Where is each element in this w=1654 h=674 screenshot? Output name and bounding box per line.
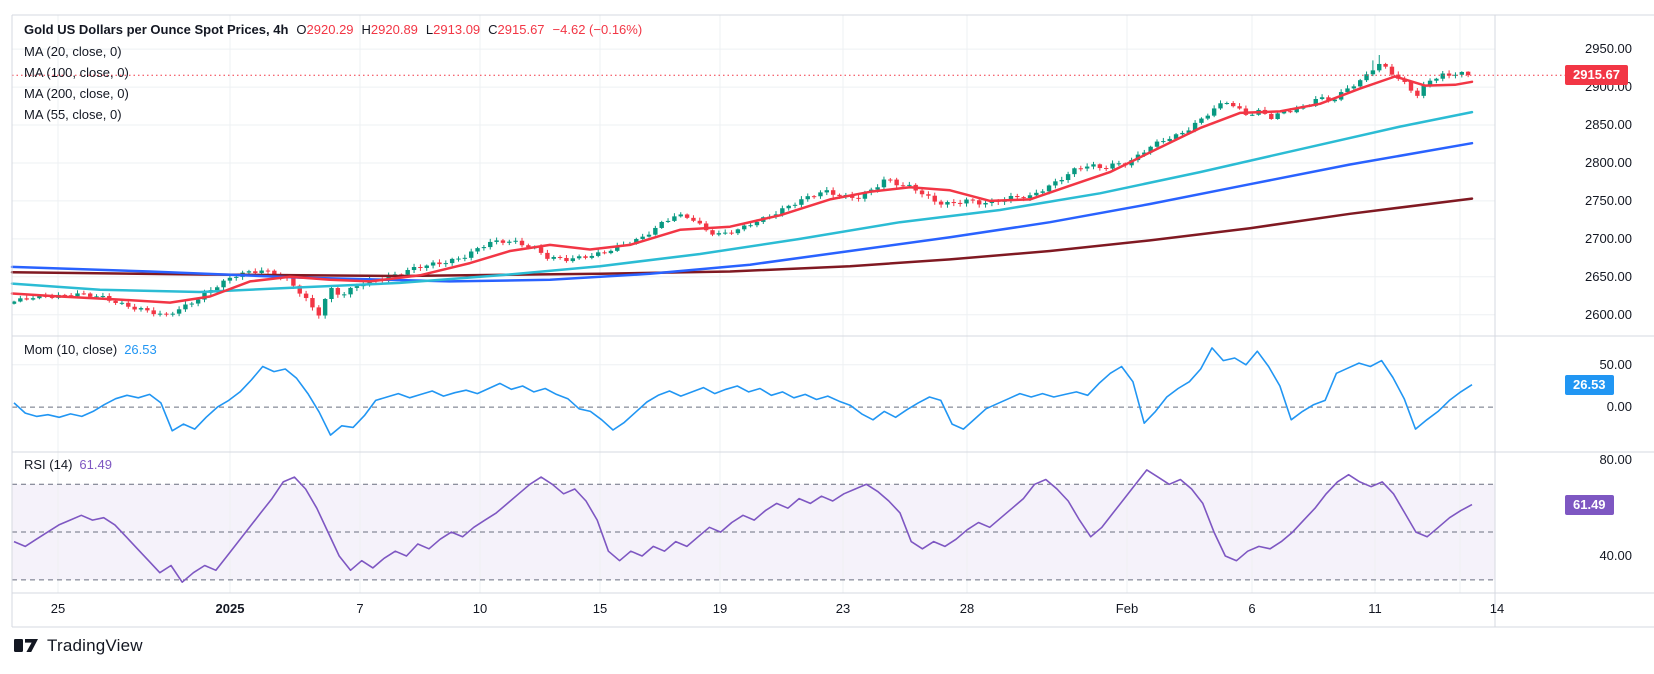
tradingview-watermark: TradingView — [14, 636, 143, 656]
legend-ma-55[interactable]: MA (55, close, 0) — [24, 107, 122, 122]
time-label-28: 28 — [960, 601, 974, 616]
time-label-14: 14 — [1490, 601, 1504, 616]
ma-200-label: MA (200, close, 0) — [24, 86, 129, 101]
time-label-2025: 2025 — [216, 601, 245, 616]
high-label: H — [362, 22, 371, 37]
legend-rsi[interactable]: RSI (14) 61.49 — [24, 457, 112, 472]
price-tick-2650: 2650.00 — [1585, 269, 1632, 284]
momentum-tick-50: 50.00 — [1599, 357, 1632, 372]
momentum-value: 26.53 — [124, 342, 157, 357]
ma-20-line[interactable] — [12, 77, 1472, 303]
close-value: 2915.67 — [498, 22, 545, 37]
ma-100-line[interactable] — [12, 143, 1472, 281]
open-label: O — [296, 22, 306, 37]
legend-ma-100[interactable]: MA (100, close, 0) — [24, 65, 129, 80]
symbol-title: Gold US Dollars per Ounce Spot Prices, 4… — [24, 22, 288, 37]
time-label-6: 6 — [1248, 601, 1255, 616]
legend-ma-20[interactable]: MA (20, close, 0) — [24, 44, 122, 59]
rsi-value-badge: 61.49 — [1565, 495, 1614, 515]
low-value: 2913.09 — [433, 22, 480, 37]
price-tick-2600: 2600.00 — [1585, 307, 1632, 322]
time-label-11: 11 — [1368, 601, 1382, 616]
symbol-legend[interactable]: Gold US Dollars per Ounce Spot Prices, 4… — [24, 22, 642, 37]
chart-canvas[interactable] — [0, 0, 1654, 674]
close-label: C — [488, 22, 497, 37]
legend-ma-200[interactable]: MA (200, close, 0) — [24, 86, 129, 101]
time-label-15: 15 — [593, 601, 607, 616]
time-label-23: 23 — [836, 601, 850, 616]
time-label-Feb: Feb — [1116, 601, 1138, 616]
time-label-7: 7 — [356, 601, 363, 616]
rsi-label: RSI (14) — [24, 457, 72, 472]
momentum-label: Mom (10, close) — [24, 342, 117, 357]
ma-100-label: MA (100, close, 0) — [24, 65, 129, 80]
rsi-value: 61.49 — [79, 457, 112, 472]
price-tick-2800: 2800.00 — [1585, 155, 1632, 170]
momentum-value-badge: 26.53 — [1565, 375, 1614, 395]
price-tick-2750: 2750.00 — [1585, 193, 1632, 208]
open-value: 2920.29 — [307, 22, 354, 37]
rsi-tick-40: 40.00 — [1599, 548, 1632, 563]
last-price-badge: 2915.67 — [1565, 65, 1628, 85]
watermark-text: TradingView — [47, 636, 143, 656]
price-tick-2950: 2950.00 — [1585, 41, 1632, 56]
time-label-25: 25 — [51, 601, 65, 616]
rsi-tick-80: 80.00 — [1599, 452, 1632, 467]
legend-momentum[interactable]: Mom (10, close) 26.53 — [24, 342, 157, 357]
time-label-19: 19 — [713, 601, 727, 616]
ma-20-label: MA (20, close, 0) — [24, 44, 122, 59]
momentum-line[interactable] — [14, 348, 1472, 435]
tradingview-logo-icon — [14, 636, 39, 656]
momentum-tick-0: 0.00 — [1607, 399, 1632, 414]
change-value: −4.62 (−0.16%) — [553, 22, 643, 37]
price-tick-2850: 2850.00 — [1585, 117, 1632, 132]
ma-55-label: MA (55, close, 0) — [24, 107, 122, 122]
time-label-10: 10 — [473, 601, 487, 616]
high-value: 2920.89 — [371, 22, 418, 37]
price-tick-2700: 2700.00 — [1585, 231, 1632, 246]
trading-chart: Gold US Dollars per Ounce Spot Prices, 4… — [0, 0, 1654, 674]
